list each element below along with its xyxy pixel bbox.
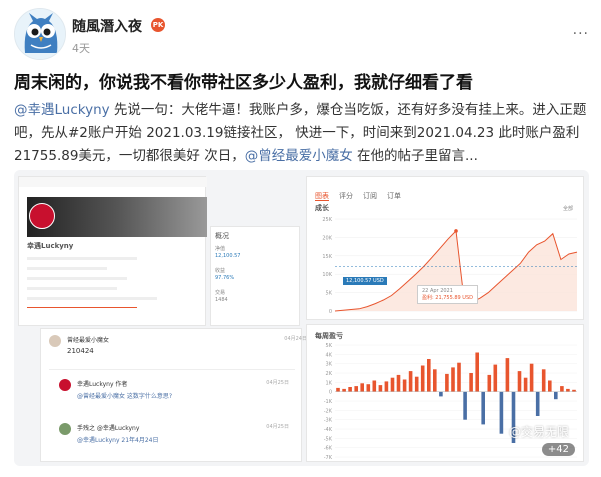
tab-orders[interactable]: 订单 (387, 192, 401, 200)
growth-y-tick: 25K (322, 217, 332, 223)
weekly-bar (439, 391, 443, 397)
weekly-bar (354, 386, 358, 392)
post-title: 周末闲的，你说我不看你带社区多少人盈利，我就仔细看了看 (14, 73, 473, 93)
mention-xiaomonv[interactable]: @曾经最爱小魔女 (245, 148, 353, 164)
author-name[interactable]: 随風潛入夜 (72, 16, 142, 36)
weekly-y-tick: -2K (324, 408, 333, 414)
weekly-bar (535, 391, 540, 416)
weekly-bar (390, 377, 395, 392)
growth-y-tick: 10K (322, 272, 332, 278)
weekly-bar (554, 391, 558, 400)
comment-item: 幸遇Luckyny 作者 04月25日 @曾经最爱小魔女 这数字什么意思? (59, 379, 289, 409)
weekly-bar (493, 364, 498, 392)
post-header: 随風潛入夜 PK 4天 ··· (14, 8, 589, 60)
weekly-y-tick: -5K (324, 436, 333, 442)
growth-y-tick: 0 (329, 309, 332, 315)
weekly-bar (402, 379, 407, 392)
weekly-bar (366, 384, 371, 392)
weekly-y-tick: -1K (324, 399, 333, 405)
weekly-y-tick: 2K (326, 371, 333, 377)
weekly-bar (408, 371, 413, 392)
weekly-bar (541, 369, 546, 392)
weekly-bar (487, 374, 492, 392)
weekly-bar (523, 377, 528, 392)
mention-luckyny[interactable]: @幸遇Luckyny (14, 102, 110, 118)
weekly-bar (396, 374, 401, 392)
weekly-y-tick: -4K (324, 427, 333, 433)
weekly-bar (475, 352, 479, 392)
chart-tabs: 图表 评分 订阅 订单 (315, 183, 411, 202)
more-options-icon[interactable]: ··· (573, 26, 589, 42)
weekly-y-tick: 0 (329, 390, 332, 396)
stats-panel: 概况 净值 12,100.57 收益 97.76% 交易 1484 (210, 226, 300, 326)
watermark: @交易无限 (508, 425, 569, 439)
tab-subscribe[interactable]: 订阅 (363, 192, 377, 200)
weekly-y-tick: 4K (326, 352, 333, 358)
author-avatar[interactable] (14, 8, 66, 60)
weekly-bar (451, 367, 455, 392)
owl-avatar-icon (15, 9, 65, 59)
body-text-2: 在他的帖子里留言... (352, 148, 478, 164)
weekly-bar (433, 369, 437, 392)
comments-panel: 曾经最爱小魔女 04月24日 210424 幸遇Luckyny 作者 04月25… (40, 328, 307, 462)
weekly-bar (414, 376, 419, 392)
weekly-pnl-panel: 每周盈亏 5K 4K 3K 2K 1K 0 -1K -2K -3K -4K -5K -6K -7K (306, 324, 584, 462)
weekly-pnl-chart: 5K 4K 3K 2K 1K 0 -1K -2K -3K -4K -5K -6K -7K (324, 343, 577, 461)
weekly-y-tick: 5K (326, 343, 333, 349)
weekly-bar (505, 358, 510, 392)
weekly-bar (517, 371, 522, 392)
weekly-y-tick: -7K (324, 455, 333, 461)
growth-start-tag: 12,100.57 USD (343, 277, 387, 285)
weekly-y-tick: 1K (326, 380, 333, 386)
weekly-bar (469, 373, 473, 392)
comment-avatar (49, 335, 61, 347)
comment-item: 曾经最爱小魔女 04月24日 210424 (49, 335, 319, 363)
weekly-bar (572, 389, 576, 392)
weekly-y-tick: -6K (324, 446, 333, 452)
comment-avatar (59, 379, 71, 391)
post-image[interactable]: 幸遇Luckyny 概况 净值 12,100.57 收益 97.76% 交易 1… (14, 170, 589, 466)
pk-badge: PK (151, 18, 165, 32)
weekly-bar (463, 391, 467, 420)
weekly-bar (348, 387, 352, 392)
post-body: @幸遇Luckyny 先说一句：大佬牛逼！我账户多，爆仓当吃饭，还有好多没有挂上… (14, 99, 592, 168)
weekly-bar (445, 373, 449, 392)
weekly-label: 每周盈亏 (315, 332, 343, 340)
weekly-bar (378, 385, 383, 392)
growth-highlight-point (454, 229, 458, 233)
weekly-y-tick: 3K (326, 362, 333, 368)
weekly-bar (548, 380, 552, 392)
growth-y-tick: 15K (322, 254, 332, 260)
weekly-bar (360, 383, 364, 392)
weekly-bar (529, 363, 534, 392)
weekly-bar (342, 388, 346, 392)
growth-y-tick: 20K (322, 235, 332, 241)
profile-panel: 幸遇Luckyny (18, 176, 207, 326)
profile-avatar (29, 203, 55, 229)
comment-item: 手残之 @幸遇Luckyny 04月25日 @幸遇Luckyny 21年4月24… (59, 423, 289, 453)
weekly-y-tick: -3K (324, 418, 333, 424)
growth-y-tick: 5K (326, 291, 333, 297)
profile-name: 幸遇Luckyny (27, 242, 74, 250)
weekly-bar (372, 380, 377, 392)
weekly-bar (420, 365, 425, 392)
tab-chart[interactable]: 图表 (315, 192, 329, 201)
comment-avatar (59, 423, 71, 435)
weekly-bar (384, 381, 389, 392)
post-time: 4天 (72, 42, 90, 55)
image-count-badge[interactable]: +42 (541, 443, 575, 456)
weekly-bar (481, 391, 485, 425)
growth-tooltip: 22 Apr 2021 盈利: 21,755.89 USD (417, 285, 478, 304)
tab-rating[interactable]: 评分 (339, 192, 353, 200)
weekly-bar (560, 386, 564, 392)
growth-chart: 25K 20K 15K 10K 5K 0 (322, 217, 578, 315)
weekly-bar (336, 387, 340, 392)
weekly-bar (499, 391, 504, 434)
weekly-bar (427, 359, 431, 392)
weekly-bar (566, 388, 570, 392)
growth-chart-panel: 图表 评分 订阅 订单 成长 全部 25K 20K 15K 10K 5K 0 12,100.57… (306, 176, 584, 320)
weekly-bar (457, 362, 461, 392)
